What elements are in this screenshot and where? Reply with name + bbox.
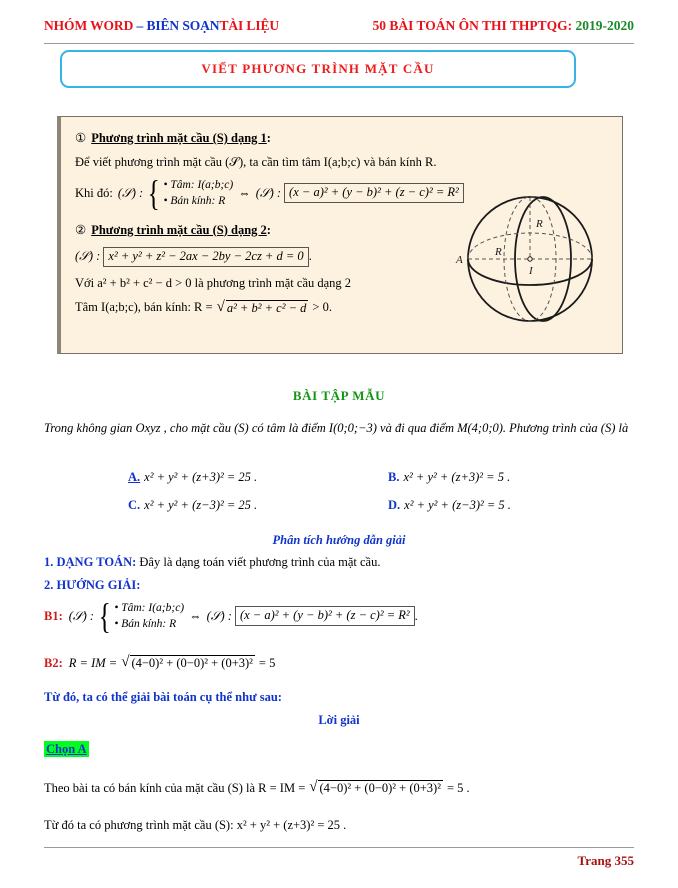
theory-item1-heading: ① Phương trình mặt cầu (S) dạng 1: [75,130,610,146]
step-b1-s-label: (𝒮) : [68,608,95,623]
final-radius-prefix: Theo bài ta có bán kính của mặt cầu (S) … [44,780,306,795]
header-left-title: NHÓM WORD – BIÊN SOẠNTÀI LIỆU [44,18,279,34]
final-radius-result: = 5 . [446,780,470,795]
step-b2-result: = 5 [258,655,276,670]
system-row-radius: • Bán kính: R [163,195,226,208]
option-A-key: A. [128,470,141,484]
theory-item1-colon: : [266,131,271,145]
step-b1-equation: (x − a)² + (y − b)² + (z − c)² = R² [234,606,415,627]
step-b1-period: . [414,608,418,623]
solution-heading: Lời giải [318,713,360,727]
sample-exercise-heading: BÀI TẬP MẪU [292,388,386,403]
option-D[interactable]: D. x² + y² + (z−3)² = 5 . [388,498,648,513]
lesson-title-box: VIẾT PHƯƠNG TRÌNH MẶT CẦU [60,50,576,88]
radical-sign-icon: √ [121,654,130,670]
answer-row-2: C. x² + y² + (z−3)² = 25 . D. x² + y² + … [128,498,648,513]
option-B-key: B. [388,470,400,484]
chosen-answer: Chọn A [44,740,89,758]
sphere-standard-equation: (x − a)² + (y − b)² + (z − c)² = R² [284,183,464,204]
header-group-name: NHÓM WORD [44,18,134,33]
analysis-heading: Phân tích hướng dẫn giải [272,533,406,547]
option-D-key: D. [388,498,401,512]
header-right-title: 50 BÀI TOÁN ÔN THI THPTQG: 2019-2020 [372,18,634,34]
theory-item2-colon: : [266,222,271,237]
step-b1-label: B1: [44,608,63,623]
step-b2-radicand: (4−0)² + (0−0)² + (0+3)² [130,655,255,670]
option-C-text: x² + y² + (z−3)² = 25 . [144,498,258,512]
document-header: NHÓM WORD – BIÊN SOẠNTÀI LIỆU 50 BÀI TOÁ… [44,18,634,44]
theory-center-prefix: Tâm I(a;b;c), bán kính: R = [75,300,213,315]
answer-options: A. x² + y² + (z+3)² = 25 . B. x² + y² + … [128,470,648,526]
final-radius-sqrt: √ (4−0)² + (0−0)² + (0+3)² [309,780,443,796]
sphere-label-R-horizontal: R [494,246,502,258]
circled-number-2-icon: ② [75,222,87,237]
sphere-label-A: A [455,254,463,266]
page-title: VIẾT PHƯƠNG TRÌNH MẶT CẦU [201,61,435,76]
sqrt-radius-expression: √ a² + b² + c² − d [216,298,309,316]
radicand-center: a² + b² + c² − d [225,299,309,315]
theory-item2-s-label: (𝒮) : [75,248,101,263]
sphere-label-I: I [528,265,534,277]
theory-s-label: (𝒮) : [255,185,282,200]
header-exam-year: 2019-2020 [575,18,635,33]
header-material: TÀI LIỆU [219,18,280,33]
khido-s-label: (𝒮) : [117,185,144,200]
step-b2-sqrt: √ (4−0)² + (0−0)² + (0+3)² [121,655,255,671]
sphere-system-brace: { • Tâm: I(a;b;c) • Bán kính: R [145,172,234,213]
step-b1-s2-label: (𝒮) : [206,608,232,623]
header-dash: – [133,18,147,33]
theory-item1-heading-text: Phương trình mặt cầu (S) dạng 1 [91,131,267,145]
problem-type-text: Đây là dạng toán viết phương trình của m… [136,555,381,569]
left-brace-icon: { [98,595,111,636]
theory-center-suffix: > 0. [312,300,332,315]
transition-note: Từ đó, ta có thể giải bài toán cụ thể nh… [44,690,282,704]
problem-type-label: 1. DẠNG TOÁN: [44,555,137,569]
answer-row-1: A. x² + y² + (z+3)² = 25 . B. x² + y² + … [128,470,648,485]
sphere-svg: A R R I [455,196,593,322]
radical-sign-icon: √ [309,779,318,795]
step-b1-system-brace: { • Tâm: I(a;b;c) • Bán kính: R [96,595,185,636]
sphere-center-point [527,256,533,262]
step-b2-prefix: R = IM = [68,655,118,670]
theory-item2-period: . [308,248,312,263]
radical-sign-icon: √ [216,298,225,315]
option-A[interactable]: A. x² + y² + (z+3)² = 25 . [128,470,388,485]
chosen-answer-highlight: Chọn A [44,741,89,757]
system-row-center: • Tâm: I(a;b;c) [163,179,234,191]
step-b2: B2: R = IM = √ (4−0)² + (0−0)² + (0+3)² … [44,655,275,671]
step-b2-label: B2: [44,655,63,670]
equivalence-symbol: ⇔ [238,185,251,200]
option-B-text: x² + y² + (z+3)² = 5 . [403,470,511,484]
sphere-general-equation: x² + y² + z² − 2ax − 2by − 2cz + d = 0 [103,246,309,267]
step-b1-equivalence-symbol: ⇔ [189,608,202,623]
step-b1: B1: (𝒮) : { • Tâm: I(a;b;c) • Bán kính: … [44,595,418,636]
theory-item1-intro: Để viết phương trình mặt cầu (𝒮), ta cần… [75,155,437,169]
option-C-key: C. [128,498,141,512]
option-A-text: x² + y² + (z+3)² = 25 . [144,470,258,484]
final-radius-radicand: (4−0)² + (0−0)² + (0+3)² [318,780,443,795]
circled-number-1-icon: ① [75,131,87,145]
step-b1-row-radius: • Bán kính: R [114,618,177,631]
sphere-diagram: A R R I [450,179,610,339]
option-D-text: x² + y² + (z−3)² = 5 . [404,498,511,512]
document-footer: Trang 355 [44,847,634,870]
khido-label: Khi đó: [75,185,113,200]
theory-box: ① Phương trình mặt cầu (S) dạng 1: Để viế… [57,116,623,354]
option-B[interactable]: B. x² + y² + (z+3)² = 5 . [388,470,648,485]
left-brace-icon: { [147,172,160,213]
step-b1-row-center: • Tâm: I(a;b;c) [114,602,185,614]
final-equation-line: Từ đó ta có phương trình mặt cầu (S): x²… [44,818,347,832]
header-exam-label: 50 BÀI TOÁN ÔN THI THPTQG: [372,18,573,33]
final-radius-line: Theo bài ta có bán kính của mặt cầu (S) … [44,780,470,796]
sphere-label-R-vertical: R [535,218,543,230]
header-compiled-by: BIÊN SOẠN [146,18,220,33]
problem-type-line: 1. DẠNG TOÁN: Đây là dạng toán viết phươ… [44,555,380,570]
problem-statement: Trong không gian Oxyz , cho mặt cầu (S) … [44,421,629,435]
page-number: Trang 355 [577,853,634,868]
theory-item2-heading-text: Phương trình mặt cầu (S) dạng 2 [91,222,267,237]
solution-approach-label: 2. HƯỚNG GIẢI: [44,578,141,592]
option-C[interactable]: C. x² + y² + (z−3)² = 25 . [128,498,388,513]
